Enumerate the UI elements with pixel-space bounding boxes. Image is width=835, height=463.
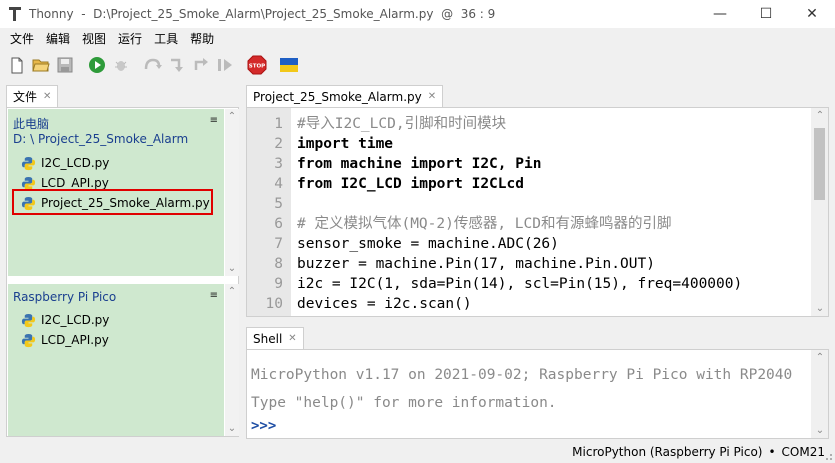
menu-bar: 文件 编辑 视图 运行 工具 帮助 — [0, 28, 835, 48]
menu-run[interactable]: 运行 — [112, 30, 148, 47]
code-line[interactable]: from machine import I2C, Pin — [297, 154, 541, 174]
line-number: 9 — [274, 276, 283, 292]
menu-tools[interactable]: 工具 — [148, 30, 184, 47]
line-number: 2 — [274, 136, 283, 152]
close-button[interactable]: ✕ — [789, 0, 835, 28]
line-number: 8 — [274, 256, 283, 272]
tab-files-label: 文件 — [13, 90, 38, 104]
toolbar: STOP — [0, 50, 835, 80]
status-separator: • — [768, 445, 776, 459]
shell-prompt[interactable]: >>> — [251, 418, 276, 434]
list-item[interactable]: I2C_LCD.py — [21, 311, 109, 329]
menu-file[interactable]: 文件 — [4, 30, 40, 47]
maximize-button[interactable]: ☐ — [743, 0, 789, 28]
tab-files[interactable]: 文件 ✕ — [6, 85, 59, 107]
close-icon[interactable]: ✕ — [43, 91, 51, 102]
files-panel: 此电脑 ≡ D: \ Project_25_Smoke_Alarm I2C_LC… — [6, 107, 239, 437]
window-title: Thonny - D:\Project_25_Smoke_Alarm\Proje… — [29, 7, 496, 21]
highlight-annotation — [12, 189, 213, 215]
code-line[interactable]: buzzer = machine.Pin(17, machine.Pin.OUT… — [297, 254, 655, 274]
file-name: LCD_API.py — [41, 333, 109, 347]
editor-scrollbar[interactable]: ⌃ ⌄ — [811, 108, 828, 316]
stop-icon[interactable]: STOP — [246, 55, 267, 76]
code-line[interactable]: i2c = I2C(1, sda=Pin(14), scl=Pin(15), f… — [297, 274, 742, 294]
close-icon[interactable]: ✕ — [428, 91, 436, 102]
chevron-up-icon[interactable]: ⌃ — [225, 286, 239, 297]
chevron-down-icon[interactable]: ⌄ — [225, 423, 239, 434]
python-file-icon — [21, 156, 36, 170]
line-number: 4 — [274, 176, 283, 192]
file-name: I2C_LCD.py — [41, 313, 110, 327]
code-line[interactable]: devices = i2c.scan() — [297, 294, 472, 314]
line-number: 7 — [274, 236, 283, 252]
shell-banner: MicroPython v1.17 on 2021-09-02; Raspber… — [251, 367, 793, 383]
tab-editor-file[interactable]: Project_25_Smoke_Alarm.py ✕ — [246, 85, 444, 107]
ukraine-flag-icon[interactable] — [278, 55, 299, 76]
file-name: I2C_LCD.py — [41, 156, 110, 170]
chevron-up-icon[interactable]: ⌃ — [225, 111, 239, 122]
menu-edit[interactable]: 编辑 — [40, 30, 76, 47]
line-number: 10 — [265, 296, 283, 312]
interpreter-status[interactable]: MicroPython (Raspberry Pi Pico) — [572, 445, 762, 459]
shell-help-hint: Type "help()" for more information. — [251, 395, 557, 411]
chevron-up-icon[interactable]: ⌃ — [813, 110, 827, 121]
port-status[interactable]: COM21 — [782, 445, 825, 459]
window-controls: — ☐ ✕ — [697, 0, 835, 28]
step-out-icon[interactable] — [190, 55, 211, 76]
minimize-button[interactable]: — — [697, 0, 743, 28]
close-icon[interactable]: ✕ — [288, 333, 296, 344]
editor-tab-label: Project_25_Smoke_Alarm.py — [253, 89, 422, 104]
open-folder-icon[interactable] — [30, 55, 51, 76]
thonny-logo-icon — [7, 6, 23, 22]
menu-view[interactable]: 视图 — [76, 30, 112, 47]
code-line[interactable]: #导入I2C_LCD,引脚和时间模块 — [297, 114, 506, 134]
chevron-down-icon[interactable]: ⌄ — [225, 263, 239, 274]
device-scrollbar[interactable]: ⌃ ⌄ — [225, 284, 239, 436]
local-scrollbar[interactable]: ⌃ ⌄ — [225, 109, 239, 276]
save-icon[interactable] — [54, 55, 75, 76]
device-files-section — [8, 284, 224, 436]
resume-icon[interactable] — [214, 55, 235, 76]
hamburger-menu-icon[interactable]: ≡ — [210, 290, 218, 301]
line-number: 1 — [274, 116, 283, 132]
line-number-gutter: 1 2 3 4 5 6 7 8 9 10 — [247, 108, 291, 316]
list-item[interactable]: LCD_API.py — [21, 331, 109, 349]
hamburger-menu-icon[interactable]: ≡ — [210, 115, 218, 126]
code-line[interactable]: sensor_smoke = machine.ADC(26) — [297, 234, 559, 254]
scrollbar-thumb[interactable] — [814, 128, 825, 200]
line-number: 5 — [274, 196, 283, 212]
shell-tab-label: Shell — [253, 331, 283, 346]
step-over-icon[interactable] — [142, 55, 163, 76]
chevron-down-icon[interactable]: ⌄ — [813, 303, 827, 314]
list-item[interactable]: I2C_LCD.py — [21, 154, 109, 172]
file-name: LCD_API.py — [41, 176, 109, 190]
debug-icon[interactable] — [110, 55, 131, 76]
svg-text:STOP: STOP — [248, 64, 264, 70]
code-editor[interactable]: 1 2 3 4 5 6 7 8 9 10 #导入I2C_LCD,引脚和时间模块 … — [246, 107, 829, 317]
shell-console[interactable]: MicroPython v1.17 on 2021-09-02; Raspber… — [246, 349, 829, 439]
new-file-icon[interactable] — [6, 55, 27, 76]
code-line[interactable]: import time — [297, 134, 393, 154]
run-icon[interactable] — [86, 55, 107, 76]
tab-shell[interactable]: Shell ✕ — [246, 327, 304, 349]
chevron-up-icon[interactable]: ⌃ — [813, 352, 827, 363]
python-file-icon — [21, 313, 36, 327]
device-heading: Raspberry Pi Pico — [13, 290, 117, 304]
code-line[interactable]: # 定义模拟气体(MQ-2)传感器, LCD和有源蜂鸣器的引脚 — [297, 214, 672, 234]
title-bar: Thonny - D:\Project_25_Smoke_Alarm\Proje… — [0, 0, 835, 28]
menu-help[interactable]: 帮助 — [184, 30, 220, 47]
python-file-icon — [21, 333, 36, 347]
status-bar: MicroPython (Raspberry Pi Pico) • COM21 — [0, 441, 835, 463]
local-heading: 此电脑 — [13, 117, 50, 131]
code-line[interactable]: from I2C_LCD import I2CLcd — [297, 174, 524, 194]
step-into-icon[interactable] — [166, 55, 187, 76]
chevron-down-icon[interactable]: ⌄ — [813, 425, 827, 436]
local-path[interactable]: D: \ Project_25_Smoke_Alarm — [13, 132, 188, 146]
resize-grip-icon[interactable] — [823, 451, 833, 461]
line-number: 3 — [274, 156, 283, 172]
shell-scrollbar[interactable]: ⌃ ⌄ — [811, 350, 828, 438]
line-number: 6 — [274, 216, 283, 232]
